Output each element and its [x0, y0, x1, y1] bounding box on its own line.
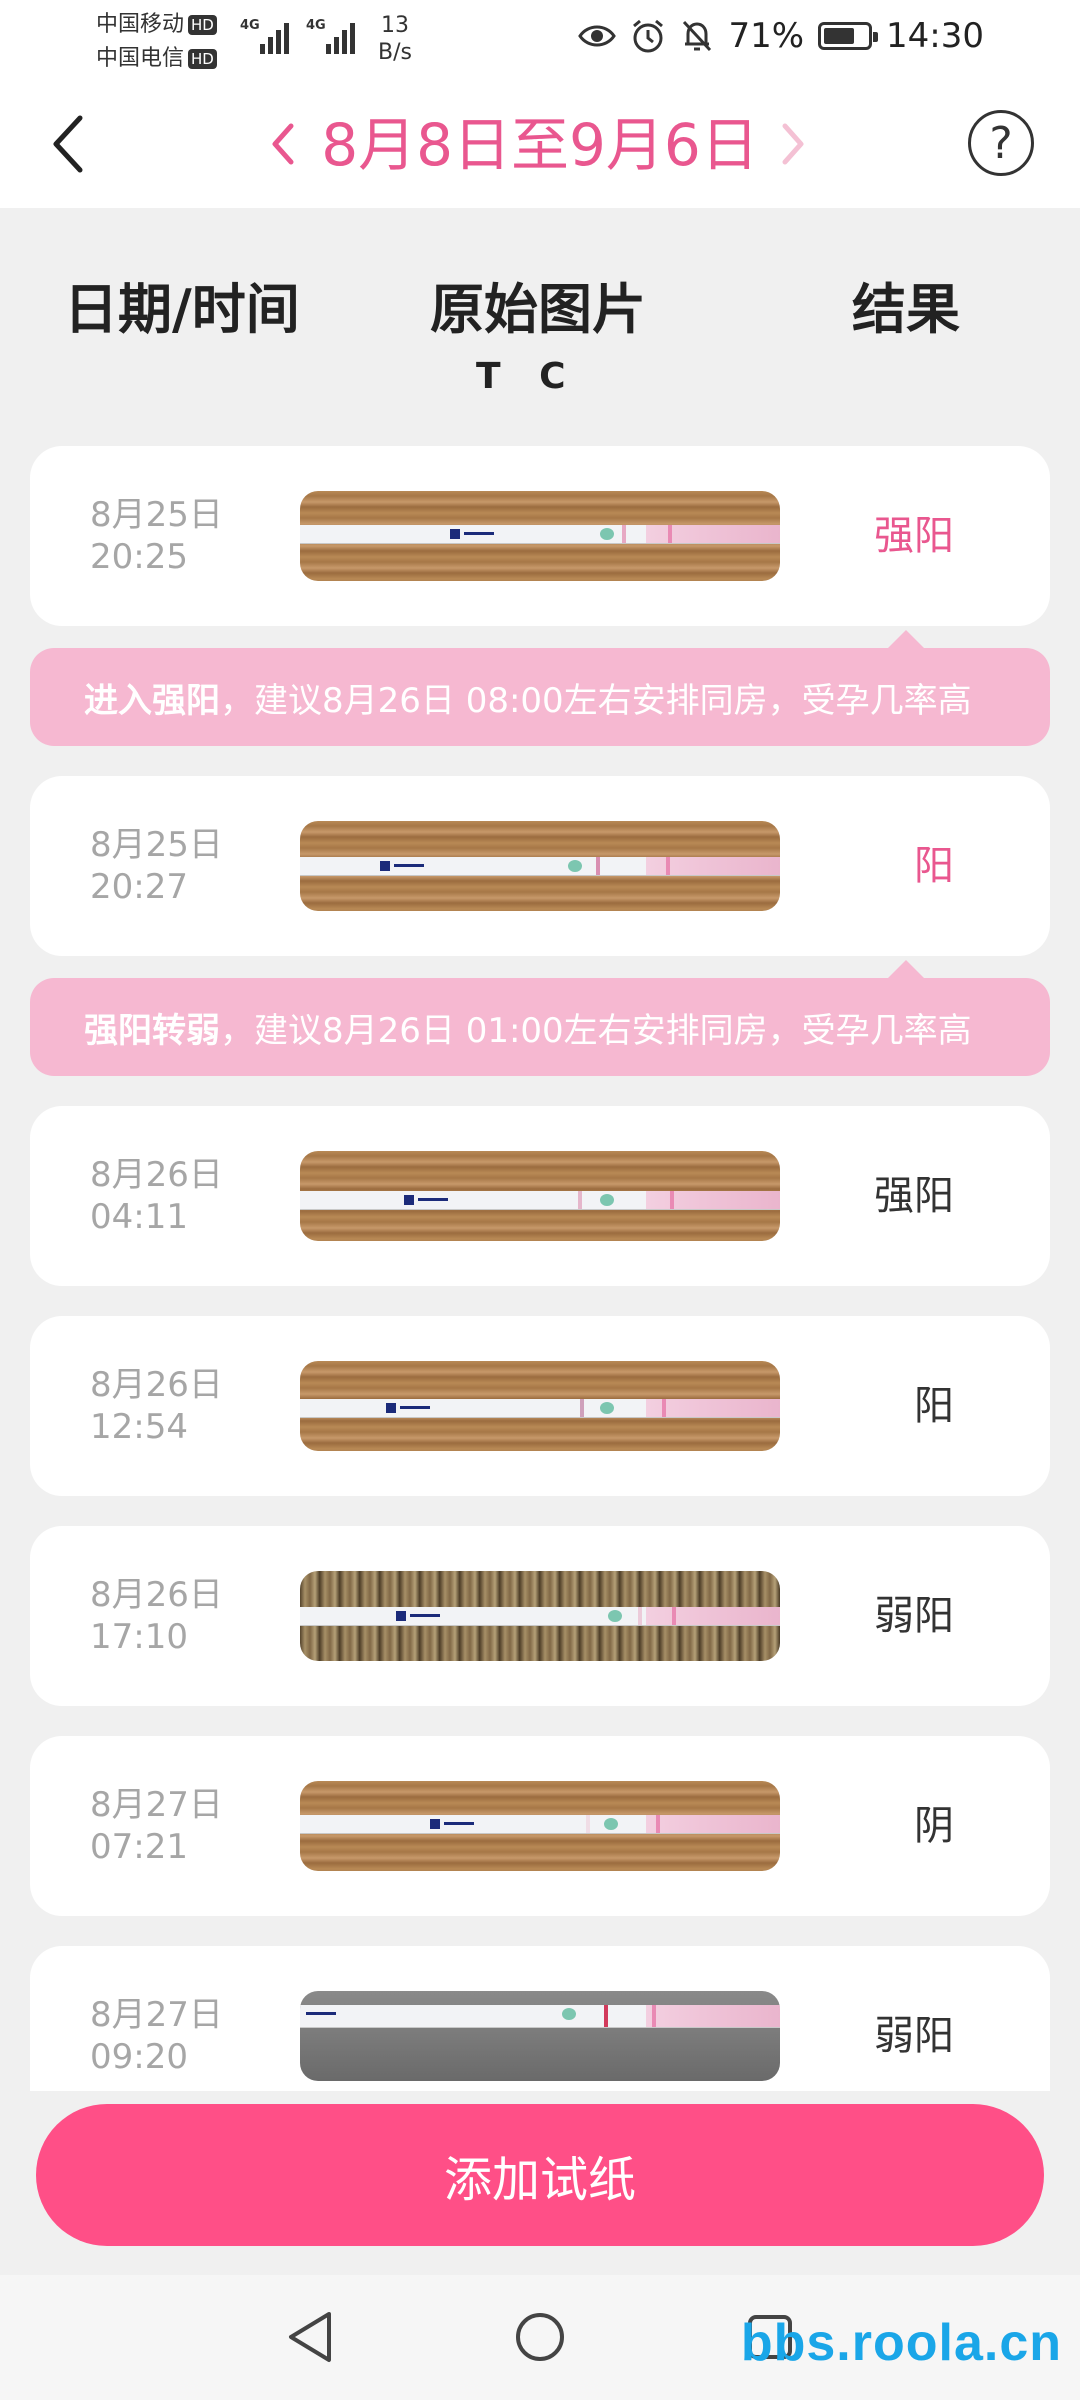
record-time: 04:11 [90, 1197, 188, 1237]
record-result: 弱阳 [874, 2013, 954, 2059]
record-card[interactable]: 8月25日 20:27 阳 [30, 776, 1050, 956]
hd-badge: HD [188, 49, 217, 69]
net-speed: 13 B/s [378, 12, 412, 66]
record-time: 07:21 [90, 1827, 188, 1867]
watermark-text: bbs.roola.cn [740, 2314, 1062, 2372]
test-strip-image[interactable] [300, 821, 780, 911]
app-header: 8月8日至9月6日 ? [0, 80, 1080, 208]
column-header-datetime: 日期/时间 [64, 278, 300, 341]
test-strip-image[interactable] [300, 1781, 780, 1871]
question-icon: ? [989, 117, 1013, 169]
triangle-back-icon [289, 2312, 331, 2362]
record-result: 强阳 [874, 1173, 954, 1219]
ovulation-tip: 强阳转弱 ，建议8月26日 01:00左右安排同房，受孕几率高 [30, 960, 1050, 1076]
ovulation-tip: 进入强阳 ，建议8月26日 08:00左右安排同房，受孕几率高 [30, 630, 1050, 746]
next-range-button[interactable] [768, 114, 818, 174]
record-date: 8月25日 [90, 825, 223, 865]
help-button[interactable]: ? [968, 110, 1034, 176]
record-time: 20:27 [90, 867, 188, 907]
clock: 14:30 [886, 16, 984, 56]
record-result: 阳 [914, 843, 954, 889]
network-type-2: 4G [306, 18, 326, 33]
tip-text: ，建议8月26日 08:00左右安排同房，受孕几率高 [220, 680, 972, 721]
record-card[interactable]: 8月25日 20:25 强阳 [30, 446, 1050, 626]
system-nav-bar: bbs.roola.cn [0, 2275, 1080, 2400]
nav-back-button[interactable] [274, 2301, 346, 2373]
column-header-image: 原始图片 [430, 278, 646, 341]
signal-icon [260, 20, 289, 54]
record-card[interactable]: 8月27日 09:20 弱阳 [30, 1946, 1050, 2091]
carrier-info: 中国移动 HD 中国电信 HD [96, 8, 217, 76]
record-result: 阳 [914, 1383, 954, 1429]
record-date: 8月27日 [90, 1995, 223, 2035]
tip-strong: 强阳转弱 [84, 1010, 220, 1051]
c-label: C [539, 356, 568, 397]
hd-badge: HD [188, 15, 217, 35]
t-label: T [476, 356, 503, 397]
record-card[interactable]: 8月27日 07:21 阴 [30, 1736, 1050, 1916]
record-result: 强阳 [874, 513, 954, 559]
status-icons: 71% 14:30 [578, 16, 984, 56]
net-speed-unit: B/s [378, 40, 412, 65]
record-card[interactable]: 8月26日 12:54 阳 [30, 1316, 1050, 1496]
eye-icon [578, 25, 617, 47]
record-result: 弱阳 [874, 1593, 954, 1639]
net-speed-value: 13 [380, 13, 409, 38]
nav-home-button[interactable] [504, 2301, 576, 2373]
chevron-left-icon [53, 115, 83, 173]
battery-percent: 71% [728, 16, 805, 56]
tc-labels: T C [476, 356, 568, 397]
record-date: 8月26日 [90, 1155, 223, 1195]
record-result: 阴 [914, 1803, 954, 1849]
record-date: 8月26日 [90, 1365, 223, 1405]
network-type-1: 4G [240, 18, 260, 33]
record-time: 17:10 [90, 1617, 188, 1657]
record-card[interactable]: 8月26日 17:10 弱阳 [30, 1526, 1050, 1706]
record-date: 8月26日 [90, 1575, 223, 1615]
test-strip-image[interactable] [300, 1571, 780, 1661]
test-strip-image[interactable] [300, 1991, 780, 2081]
signal-icon [326, 20, 355, 54]
alarm-icon [633, 19, 664, 53]
test-strip-image[interactable] [300, 1151, 780, 1241]
chevron-left-icon [272, 123, 294, 165]
carrier-2-label: 中国电信 [96, 46, 185, 71]
test-record-list[interactable]: 8月25日 20:25 强阳 进入强阳 ，建议8月26日 08:00左右安排同房，… [0, 446, 1080, 2091]
record-date: 8月27日 [90, 1785, 223, 1825]
tip-text: ，建议8月26日 01:00左右安排同房，受孕几率高 [220, 1010, 972, 1051]
tip-strong: 进入强阳 [84, 680, 220, 721]
carrier-1-label: 中国移动 [96, 12, 185, 37]
record-time: 20:25 [90, 537, 188, 577]
column-header-result: 结果 [852, 278, 960, 341]
bell-off-icon [683, 20, 712, 52]
battery-icon [818, 22, 879, 50]
battery-level-fill [824, 28, 854, 44]
test-strip-image[interactable] [300, 491, 780, 581]
record-time: 12:54 [90, 1407, 188, 1447]
back-button[interactable] [30, 106, 106, 182]
test-strip-image[interactable] [300, 1361, 780, 1451]
date-range-title[interactable]: 8月8日至9月6日 [318, 108, 762, 182]
record-date: 8月25日 [90, 495, 223, 535]
chevron-right-icon [782, 123, 804, 165]
prev-range-button[interactable] [258, 114, 308, 174]
status-bar: 中国移动 HD 中国电信 HD 4G 4G 13 B/s 71% 14:30 [0, 0, 1080, 80]
record-time: 09:20 [90, 2037, 188, 2077]
add-test-strip-button[interactable]: 添加试纸 [36, 2104, 1044, 2246]
circle-home-icon [516, 2313, 564, 2361]
record-card[interactable]: 8月26日 04:11 强阳 [30, 1106, 1050, 1286]
